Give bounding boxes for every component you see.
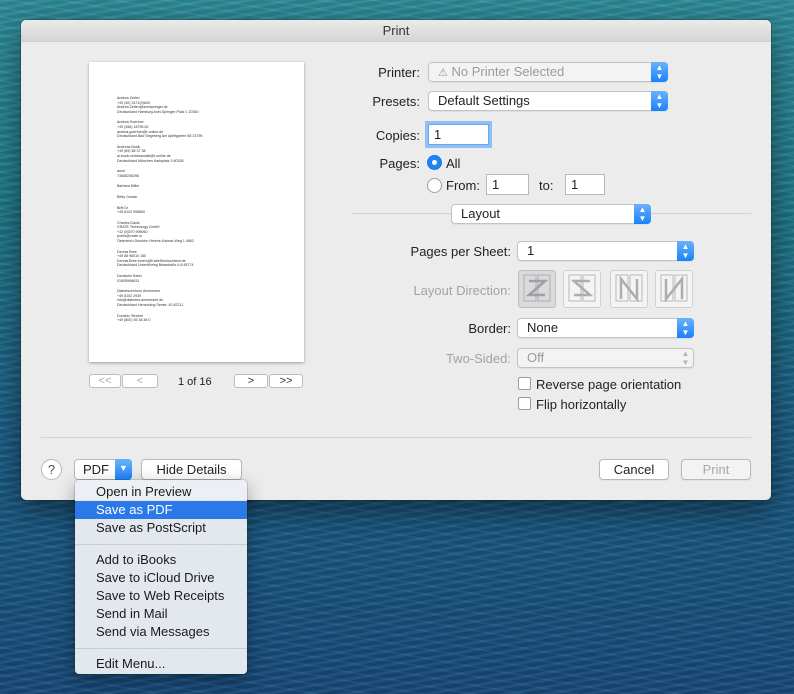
printer-value: No Printer Selected [451,64,565,79]
help-button[interactable]: ? [41,459,62,480]
menu-item[interactable]: Send in Mail [75,605,247,623]
first-page-button[interactable]: << [89,374,121,388]
two-sided-value: Off [527,350,545,365]
presets-value: Default Settings [438,93,530,108]
up-down-chevron-icon: ▲ ▼ [651,91,668,111]
window-title: Print [21,20,771,42]
menu-item[interactable]: Save to iCloud Drive [75,569,247,587]
next-page-button[interactable]: > [234,374,268,388]
print-dialog: Print Andrea Zeiten +49 (40) 3471(0)600 An… [21,20,771,500]
copies-field[interactable]: 1 [428,124,489,145]
up-down-chevron-icon: ▲ ▼ [677,241,694,261]
pages-per-sheet-label: Pages per Sheet: [410,244,511,259]
layout-reverse-n-icon [660,274,688,303]
layout-direction-z-button[interactable] [518,270,556,308]
layout-direction-n-button[interactable] [610,270,648,308]
page-indicator: 1 of 16 [178,376,212,388]
up-down-chevron-icon: ▲ ▼ [651,62,668,82]
reverse-orientation-label: Reverse page orientation [536,377,682,392]
border-popup[interactable]: None ▲ ▼ [517,318,694,338]
pdf-menu-button[interactable]: PDF ▼ [74,459,132,480]
warning-icon: ⚠ [438,67,448,79]
layout-n-icon [615,274,643,303]
layout-z-icon [523,274,551,302]
layout-direction-s-button[interactable] [563,270,601,308]
up-down-chevron-icon: ▲ ▼ [634,204,651,224]
pages-all-radio[interactable] [427,155,442,170]
menu-separator [75,648,247,649]
previous-page-button[interactable]: < [122,374,158,388]
copies-label: Copies: [375,128,420,143]
border-value: None [527,320,559,335]
pages-per-sheet-popup[interactable]: 1 ▲ ▼ [517,241,694,261]
two-sided-popup[interactable]: Off ▲ ▼ [517,348,694,368]
menu-item[interactable]: Send via Messages [75,623,247,641]
presets-popup[interactable]: Default Settings ▲ ▼ [428,91,668,111]
printer-label: Printer: [378,65,420,80]
layout-direction-label: Layout Direction: [413,283,511,298]
section-popup[interactable]: Layout ▲ ▼ [451,204,651,224]
pdf-dropdown-menu: Open in Preview Save as PDF Save as PostSc… [75,480,247,674]
up-down-chevron-icon: ▲ ▼ [677,318,694,338]
border-label: Border: [468,321,511,336]
section-value: Layout [461,206,501,221]
pdf-label: PDF [83,462,109,477]
print-button[interactable]: Print [681,459,751,480]
flip-horizontally-label: Flip horizontally [536,397,627,412]
pages-from-label: From: [446,178,480,193]
layout-direction-reverse-n-button[interactable] [655,270,693,308]
pages-to-field[interactable]: 1 [565,174,605,195]
reverse-orientation-checkbox[interactable] [518,377,531,390]
pages-label: Pages: [379,156,420,171]
pages-all-label: All [446,156,461,171]
hide-details-button[interactable]: Hide Details [141,459,242,480]
cancel-button[interactable]: Cancel [599,459,669,480]
footer-divider [41,437,751,438]
last-page-button[interactable]: >> [269,374,303,388]
menu-item[interactable]: Save as PDF [75,501,247,519]
pages-from-field[interactable]: 1 [486,174,529,195]
menu-item[interactable]: Edit Menu... [75,655,247,673]
pages-to-label: to: [539,178,554,193]
menu-item[interactable]: Save as PostScript [75,519,247,537]
two-sided-label: Two-Sided: [445,351,511,366]
menu-separator [75,544,247,545]
menu-item[interactable]: Add to iBooks [75,551,247,569]
menu-item[interactable]: Open in Preview [75,483,247,501]
chevron-down-icon: ▼ [115,459,132,480]
menu-item[interactable]: Save to Web Receipts [75,587,247,605]
presets-label: Presets: [372,94,420,109]
pages-range-radio[interactable] [427,178,442,193]
pages-per-sheet-value: 1 [527,243,535,258]
up-down-chevron-icon: ▲ ▼ [681,349,690,367]
flip-horizontally-checkbox[interactable] [518,397,531,410]
preview-gap [117,323,304,329]
layout-s-icon [568,274,596,302]
printer-popup[interactable]: ⚠ No Printer Selected ▲ ▼ [428,62,668,82]
page-preview: Andrea Zeiten +49 (40) 3471(0)600 Andrea.Z… [89,62,304,362]
